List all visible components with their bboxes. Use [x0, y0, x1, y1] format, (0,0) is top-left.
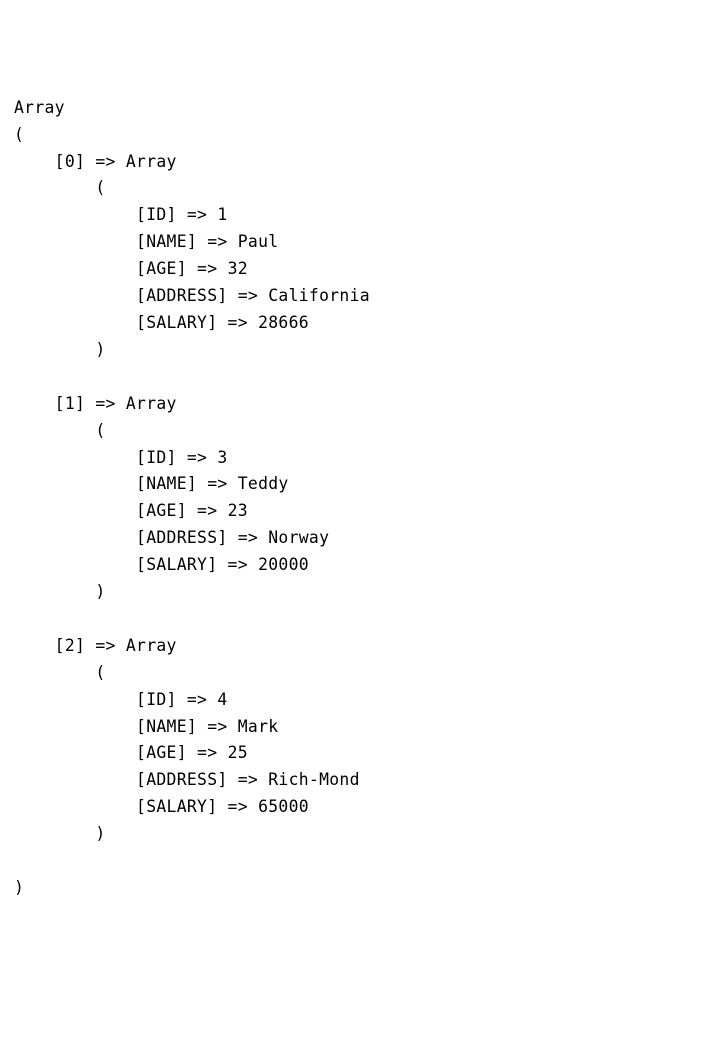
- entry-index: 0: [65, 152, 75, 171]
- entry-0-field-name: [NAME] => Paul: [14, 229, 708, 256]
- arrow: =>: [207, 232, 227, 251]
- arrow: =>: [95, 394, 115, 413]
- entry-2-field-salary: [SALARY] => 65000: [14, 794, 708, 821]
- key-id: ID: [146, 205, 166, 224]
- entry-1-field-address: [ADDRESS] => Norway: [14, 525, 708, 552]
- key-salary: SALARY: [146, 797, 207, 816]
- entry-0-field-age: [AGE] => 32: [14, 256, 708, 283]
- key-salary: SALARY: [146, 313, 207, 332]
- value-name: Teddy: [238, 474, 289, 493]
- entry-1-field-name: [NAME] => Teddy: [14, 471, 708, 498]
- entry-0-field-id: [ID] => 1: [14, 202, 708, 229]
- key-address: ADDRESS: [146, 770, 217, 789]
- entry-2-close-paren: ): [14, 821, 708, 848]
- blank-line: [14, 364, 708, 391]
- key-id: ID: [146, 690, 166, 709]
- inner-array-word: Array: [126, 636, 177, 655]
- entry-0-field-address: [ADDRESS] => California: [14, 283, 708, 310]
- value-age: 32: [228, 259, 248, 278]
- arrow: =>: [238, 286, 258, 305]
- key-age: AGE: [146, 259, 177, 278]
- entry-1-open-paren: (: [14, 418, 708, 445]
- value-id: 3: [217, 448, 227, 467]
- key-name: NAME: [146, 474, 187, 493]
- value-age: 23: [228, 501, 248, 520]
- entry-0-header: [0] => Array: [14, 149, 708, 176]
- arrow: =>: [197, 259, 217, 278]
- key-id: ID: [146, 448, 166, 467]
- key-address: ADDRESS: [146, 286, 217, 305]
- arrow: =>: [197, 501, 217, 520]
- value-id: 1: [217, 205, 227, 224]
- value-address: Norway: [268, 528, 329, 547]
- entry-2-open-paren: (: [14, 660, 708, 687]
- arrow: =>: [187, 448, 207, 467]
- entry-0-close-paren: ): [14, 337, 708, 364]
- inner-array-word: Array: [126, 394, 177, 413]
- open-paren: (: [14, 122, 708, 149]
- entry-index: 1: [65, 394, 75, 413]
- value-id: 4: [217, 690, 227, 709]
- value-address: California: [268, 286, 370, 305]
- entry-2-field-id: [ID] => 4: [14, 687, 708, 714]
- arrow: =>: [187, 205, 207, 224]
- value-salary: 20000: [258, 555, 309, 574]
- key-name: NAME: [146, 232, 187, 251]
- key-address: ADDRESS: [146, 528, 217, 547]
- array-header: Array: [14, 95, 708, 122]
- value-salary: 65000: [258, 797, 309, 816]
- entry-index: 2: [65, 636, 75, 655]
- arrow: =>: [187, 690, 207, 709]
- key-age: AGE: [146, 743, 177, 762]
- value-salary: 28666: [258, 313, 309, 332]
- entry-0-open-paren: (: [14, 175, 708, 202]
- entry-0-field-salary: [SALARY] => 28666: [14, 310, 708, 337]
- arrow: =>: [238, 528, 258, 547]
- entry-1-field-age: [AGE] => 23: [14, 498, 708, 525]
- arrow: =>: [228, 555, 248, 574]
- value-name: Mark: [238, 717, 279, 736]
- key-age: AGE: [146, 501, 177, 520]
- key-name: NAME: [146, 717, 187, 736]
- entry-1-header: [1] => Array: [14, 391, 708, 418]
- value-name: Paul: [238, 232, 279, 251]
- entry-1-field-salary: [SALARY] => 20000: [14, 552, 708, 579]
- value-address: Rich-Mond: [268, 770, 360, 789]
- key-salary: SALARY: [146, 555, 207, 574]
- entry-2-field-name: [NAME] => Mark: [14, 714, 708, 741]
- entry-1-field-id: [ID] => 3: [14, 445, 708, 472]
- entry-2-field-age: [AGE] => 25: [14, 740, 708, 767]
- blank-line: [14, 848, 708, 875]
- inner-array-word: Array: [126, 152, 177, 171]
- entry-2-header: [2] => Array: [14, 633, 708, 660]
- arrow: =>: [95, 636, 115, 655]
- arrow: =>: [207, 474, 227, 493]
- value-age: 25: [228, 743, 248, 762]
- entry-1-close-paren: ): [14, 579, 708, 606]
- blank-line: [14, 606, 708, 633]
- arrow: =>: [228, 797, 248, 816]
- arrow: =>: [95, 152, 115, 171]
- arrow: =>: [197, 743, 217, 762]
- arrow: =>: [238, 770, 258, 789]
- arrow: =>: [207, 717, 227, 736]
- entry-2-field-address: [ADDRESS] => Rich-Mond: [14, 767, 708, 794]
- close-paren: ): [14, 875, 708, 902]
- php-array-dump: Array( [0] => Array ( [ID] => 1 [NAME] =…: [14, 95, 708, 902]
- arrow: =>: [228, 313, 248, 332]
